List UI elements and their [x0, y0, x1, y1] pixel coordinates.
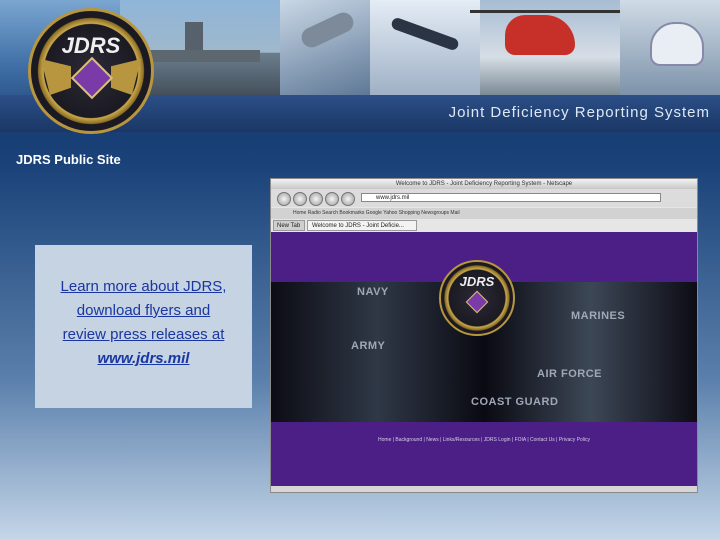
fighter-jet-photo [280, 0, 370, 95]
info-line-2[interactable]: download flyers and [35, 299, 252, 323]
jdrs-seal-small: JDRS [439, 260, 515, 336]
jdrs-seal-logo: JDRS [28, 8, 154, 134]
site-footer-nav[interactable]: Home | Background | News | Links/Resourc… [271, 437, 697, 443]
forward-icon[interactable] [293, 192, 307, 206]
gem-small-icon [465, 290, 489, 314]
banner-title: Joint Deficiency Reporting System [448, 104, 710, 121]
seal-small-text: JDRS [459, 274, 495, 289]
home-icon[interactable] [341, 192, 355, 206]
tab-active[interactable]: Welcome to JDRS - Joint Deficie... [307, 220, 417, 231]
wing-left-icon [41, 59, 71, 95]
marines-label: MARINES [571, 310, 626, 322]
wing-right-icon [111, 59, 141, 95]
info-box: Learn more about JDRS, download flyers a… [35, 245, 252, 408]
stop-icon[interactable] [325, 192, 339, 206]
cargo-plane-photo [370, 0, 480, 95]
coast-guard-label: COAST GUARD [471, 396, 559, 408]
info-line-3[interactable]: review press releases at [35, 323, 252, 347]
info-text: Learn more about JDRS, download flyers a… [35, 275, 252, 371]
browser-title: Welcome to JDRS - Joint Deficiency Repor… [271, 179, 697, 189]
browser-screenshot: Welcome to JDRS - Joint Deficiency Repor… [270, 178, 698, 493]
seal-text: JDRS [61, 33, 121, 58]
jdrs-url-link[interactable]: www.jdrs.mil [35, 347, 252, 371]
status-bar [271, 486, 697, 492]
helmet-shape [650, 22, 704, 66]
rotor-shape [470, 10, 630, 13]
navy-label: NAVY [357, 286, 389, 298]
army-label: ARMY [351, 340, 386, 352]
address-bar[interactable]: www.jdrs.mil [361, 193, 661, 202]
back-icon[interactable] [277, 192, 291, 206]
bookmarks-bar[interactable]: Home Radio Search Bookmarks Google Yahoo… [271, 208, 697, 219]
reload-icon[interactable] [309, 192, 323, 206]
gem-icon [70, 56, 114, 100]
info-line-1[interactable]: Learn more about JDRS, [35, 275, 252, 299]
ship-tower-shape [185, 22, 203, 52]
page-heading: JDRS Public Site [16, 152, 121, 167]
ship-deck-shape [140, 50, 260, 62]
air-force-label: AIR FORCE [537, 368, 602, 380]
tab-new[interactable]: New Tab [273, 220, 305, 231]
browser-content: NAVY MARINES ARMY AIR FORCE COAST GUARD … [271, 232, 697, 486]
